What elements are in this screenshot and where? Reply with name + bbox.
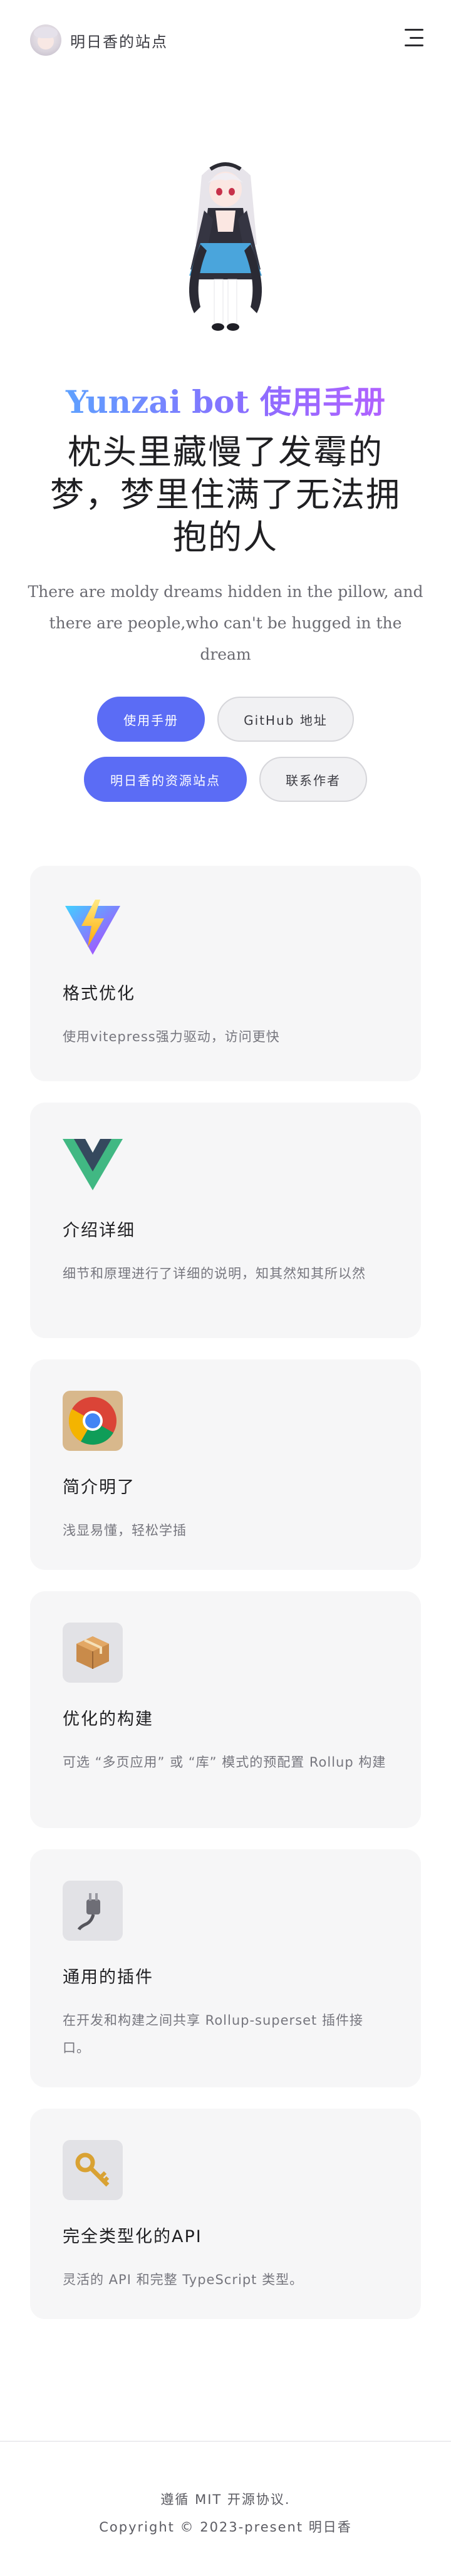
feature-title: 格式优化	[63, 984, 135, 1004]
site-title: 明日香的站点	[70, 33, 168, 51]
site-title-link[interactable]: 明日香的站点	[30, 24, 168, 56]
action-row-2: 明日香的资源站点 联系作者	[0, 757, 451, 802]
menu-line-middle	[410, 36, 423, 39]
hero-name: Yunzai bot 使用手册	[0, 383, 451, 421]
footer-message: 遵循 MIT 开源协议.	[160, 2492, 291, 2507]
vite-logo-icon	[63, 897, 123, 957]
feature-title: 通用的插件	[63, 1968, 153, 1987]
feature-card: 完全类型化的API 灵活的 API 和完整 TypeScript 类型。	[30, 2109, 421, 2319]
feature-title: 介绍详细	[63, 1221, 135, 1240]
contact-author-button[interactable]: 联系作者	[259, 757, 367, 802]
feature-detail: 使用vitepress强力驱动，访问更快	[63, 1029, 280, 1044]
feature-card: 优化的构建 可选 “多页应用” 或 “库” 模式的预配置 Rollup 构建	[30, 1591, 421, 1828]
feature-title: 优化的构建	[63, 1710, 153, 1729]
menu-line-top	[405, 29, 423, 31]
feature-card: 介绍详细 细节和原理进行了详细的说明，知其然知其所以然	[30, 1103, 421, 1338]
feature-title: 完全类型化的API	[63, 2227, 202, 2246]
feature-card: 通用的插件 在开发和构建之间共享 Rollup-superset 插件接口。	[30, 1849, 421, 2087]
feature-detail: 灵活的 API 和完整 TypeScript 类型。	[63, 2272, 304, 2287]
features-list: 格式优化 使用vitepress强力驱动，访问更快 介绍详细 细节和原理进行了详…	[30, 866, 421, 2340]
feature-title: 简介明了	[63, 1478, 135, 1497]
package-icon	[63, 1623, 123, 1683]
chrome-logo-icon	[63, 1391, 123, 1451]
plug-icon	[63, 1881, 123, 1941]
hero-actions: 使用手册 GitHub 地址 明日香的资源站点 联系作者	[0, 697, 451, 817]
hamburger-menu-icon[interactable]	[403, 29, 423, 46]
key-icon	[63, 2140, 123, 2200]
feature-detail: 细节和原理进行了详细的说明，知其然知其所以然	[63, 1266, 366, 1281]
guide-button[interactable]: 使用手册	[97, 697, 205, 742]
hero-tagline: There are moldy dreams hidden in the pil…	[28, 583, 423, 663]
feature-detail: 可选 “多页应用” 或 “库” 模式的预配置 Rollup 构建	[63, 1755, 386, 1770]
top-nav: 明日香的站点	[0, 0, 451, 80]
feature-detail: 在开发和构建之间共享 Rollup-superset 插件接口。	[63, 2013, 363, 2055]
vue-logo-icon	[63, 1134, 123, 1194]
hero-text: 枕头里藏慢了发霉的梦，梦里住满了无法拥抱的人	[50, 432, 401, 557]
feature-card: 简介明了 浅显易懂，轻松学插	[30, 1359, 421, 1570]
avatar-logo	[30, 24, 61, 56]
anime-character-image	[163, 150, 288, 338]
footer: 遵循 MIT 开源协议. Copyright © 2023-present 明日…	[0, 2441, 451, 2576]
menu-line-bottom	[405, 44, 423, 46]
action-row-1: 使用手册 GitHub 地址	[0, 697, 451, 742]
github-button[interactable]: GitHub 地址	[217, 697, 354, 742]
feature-card: 格式优化 使用vitepress强力驱动，访问更快	[30, 866, 421, 1081]
feature-detail: 浅显易懂，轻松学插	[63, 1523, 187, 1538]
footer-copyright: Copyright © 2023-present 明日香	[99, 2520, 352, 2535]
resource-site-button[interactable]: 明日香的资源站点	[84, 757, 247, 802]
